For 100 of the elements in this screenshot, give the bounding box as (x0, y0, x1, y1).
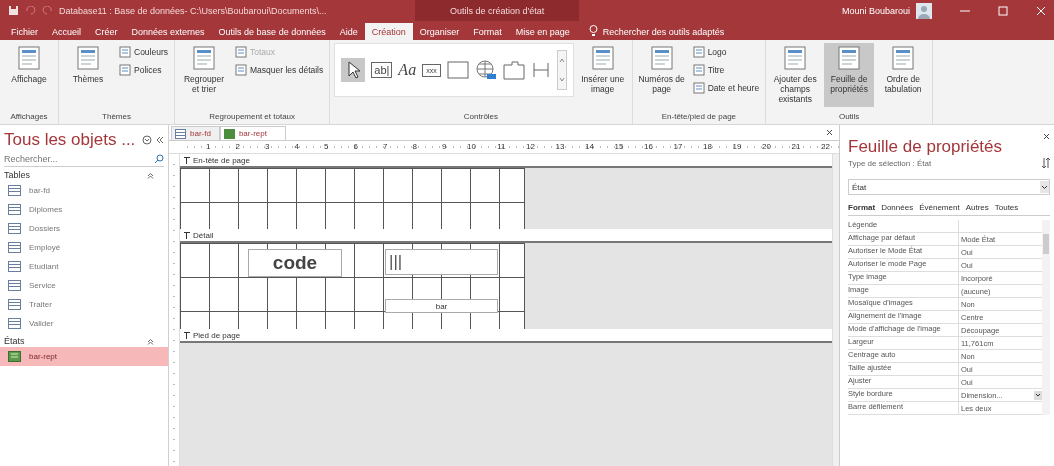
pointer-icon[interactable] (341, 58, 366, 82)
label-control[interactable]: code (248, 249, 342, 277)
horizontal-ruler: 1 2 3 4 5 6 7 8 9 10 11 12 13 14 15 16 17 18 19 20 21 22 (169, 141, 839, 154)
ribbon-button[interactable]: Regrouper et trier (179, 43, 230, 107)
section-marker-icon (184, 156, 190, 164)
close-icon[interactable] (1043, 133, 1050, 140)
document-tab[interactable]: bar-rept (219, 126, 286, 140)
ribbon-tab[interactable]: Fichier (4, 23, 45, 40)
ribbon-button[interactable]: Titre (690, 63, 762, 77)
scroll-bar[interactable] (832, 154, 839, 466)
ribbon-button[interactable]: Date et heure (690, 81, 762, 95)
document-icon (119, 46, 131, 58)
category-header[interactable]: États (4, 336, 25, 346)
label-control[interactable]: bar (385, 299, 498, 313)
document-icon (782, 45, 809, 71)
window-title: Database11 : Base de données- C:\Users\Boubaroui\Documents\... (59, 5, 328, 16)
ribbon-button[interactable]: Polices (117, 63, 171, 77)
sort-icon[interactable] (1042, 157, 1050, 169)
group-label: Affichages (9, 112, 49, 123)
pane-title: Feuille de propriétés (848, 137, 1003, 157)
document-icon (235, 64, 248, 76)
ribbon-tab[interactable]: Outils de base de données (211, 23, 333, 40)
gallery-control[interactable]: Aa (398, 61, 417, 79)
scroll-bar[interactable] (1042, 220, 1050, 415)
table-icon (8, 261, 21, 272)
ribbon-button[interactable]: Numéros de page (636, 43, 687, 107)
ribbon-button[interactable]: Feuille de propriétés (824, 43, 875, 107)
ribbon-tab[interactable]: Organiser (412, 23, 467, 40)
ribbon-button[interactable]: Insérer une image (577, 43, 628, 107)
ribbon-button[interactable]: Affichage (4, 43, 54, 107)
category-header[interactable]: Tables (4, 170, 30, 180)
dropdown-icon[interactable] (142, 135, 152, 145)
group-label: Thèmes (101, 112, 132, 123)
property-tab[interactable]: Toutes (994, 203, 1019, 212)
object-item[interactable]: bar-fd (0, 181, 168, 200)
document-icon (836, 45, 863, 71)
document-tab[interactable]: bar-fd (171, 126, 220, 140)
ribbon-tab[interactable]: Accueil (45, 23, 89, 40)
table-icon (8, 204, 21, 215)
table-icon (8, 185, 21, 196)
table-icon (8, 242, 21, 253)
property-tab[interactable]: Données (881, 203, 914, 212)
text-box-control[interactable]: ||| (385, 249, 498, 275)
ribbon-tab[interactable]: Données externes (124, 23, 212, 40)
ribbon-button[interactable]: Masquer les détails (233, 63, 326, 77)
section-bar[interactable]: Détail (180, 229, 832, 243)
object-item[interactable]: Employé (0, 238, 168, 257)
object-item[interactable]: bar-rept (0, 347, 168, 366)
globe-icon[interactable] (474, 59, 497, 81)
tell-me-field[interactable]: Rechercher des outils adaptés (602, 23, 725, 40)
restore-icon[interactable] (998, 5, 1008, 16)
collapse-icon[interactable] (147, 171, 154, 179)
ribbon-button[interactable]: Thèmes (63, 43, 113, 107)
ribbon-tab[interactable]: Aide (332, 23, 365, 40)
avatar-icon[interactable] (916, 2, 932, 19)
collapse-icon[interactable] (156, 136, 164, 144)
table-icon (8, 223, 21, 234)
property-tab[interactable]: Autres (965, 203, 989, 212)
section-bar[interactable]: En-tête de page (180, 154, 832, 168)
search-icon[interactable] (154, 154, 164, 164)
ribbon-button[interactable]: Ajouter des champs existants (770, 43, 821, 107)
document-icon (589, 45, 616, 71)
object-item[interactable]: Valider (0, 314, 168, 333)
collapse-icon[interactable] (147, 337, 154, 345)
section-bar[interactable]: Pied de page (180, 329, 832, 343)
save-icon[interactable] (8, 5, 19, 16)
document-icon (119, 64, 131, 76)
pane-title[interactable]: Tous les objets ... (4, 130, 138, 150)
table-icon (175, 128, 186, 139)
dropdown-icon[interactable] (1040, 181, 1049, 193)
object-item[interactable]: Diplomes (0, 200, 168, 219)
object-item[interactable]: Service (0, 276, 168, 295)
document-icon (692, 82, 705, 94)
ribbon-button[interactable]: Couleurs (117, 45, 171, 59)
dropdown-icon[interactable] (1034, 390, 1042, 400)
ribbon-button[interactable]: Logo (690, 45, 762, 59)
ribbon-tab[interactable]: Mise en page (508, 23, 577, 40)
ribbon-tab[interactable]: Format (466, 23, 509, 40)
ribbon-button[interactable]: Ordre de tabulation (878, 43, 929, 107)
object-item[interactable]: Traiter (0, 295, 168, 314)
ribbon-tab[interactable]: Créer (88, 23, 125, 40)
document-icon (191, 45, 218, 71)
document-icon (692, 64, 705, 76)
table-icon (8, 280, 21, 291)
ribbon-tab[interactable]: Création (364, 23, 413, 40)
object-item[interactable]: Dossiers (0, 219, 168, 238)
document-icon (75, 45, 101, 71)
object-dropdown[interactable]: État (848, 179, 1050, 195)
object-item[interactable]: Etudiant (0, 257, 168, 276)
user-name: Mouni Boubaroui (841, 5, 910, 16)
property-tab[interactable]: Événement (919, 203, 960, 212)
document-icon (16, 45, 42, 71)
gallery-control[interactable]: ab| (371, 62, 393, 78)
group-label: En-tête/pied de page (660, 112, 738, 123)
section-title: Détail (193, 230, 214, 240)
group-label: Regroupement et totaux (208, 112, 297, 123)
close-icon[interactable] (826, 129, 833, 136)
group-label: Outils (837, 112, 861, 123)
search-field[interactable]: Rechercher... (4, 154, 154, 164)
property-tab[interactable]: Format (848, 203, 876, 212)
